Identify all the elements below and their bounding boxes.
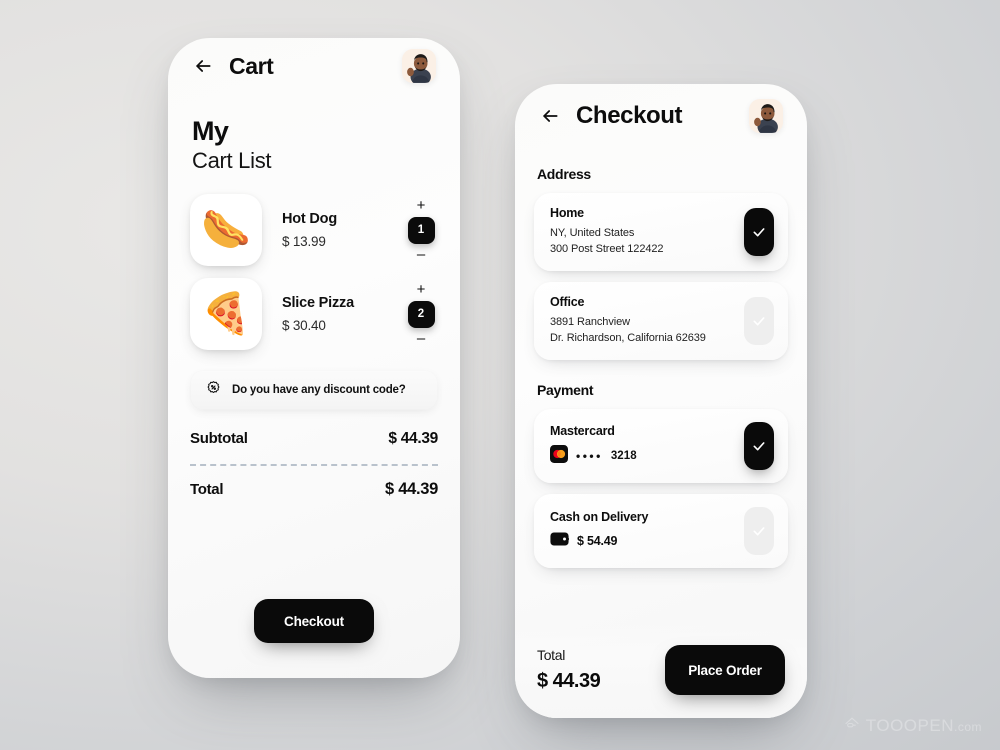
divider [190, 464, 438, 467]
increase-quantity-button[interactable]: + [404, 198, 438, 213]
item-name: Hot Dog [282, 211, 337, 228]
arrow-left-icon[interactable] [539, 105, 561, 127]
watermark-text: TOOOPEN.com [865, 716, 982, 735]
heading-line-2: Cart List [192, 147, 272, 173]
total-row: Total $ 44.39 [190, 480, 438, 499]
arrow-left-icon[interactable] [192, 55, 214, 77]
address-line-1: 3891 Ranchview [550, 315, 630, 328]
avatar[interactable] [749, 99, 783, 133]
pizza-emoji: 🍕 [190, 278, 262, 351]
heading-line-1: My [192, 116, 229, 146]
page-title: Cart [229, 52, 274, 79]
address-line-2: 300 Post Street 122422 [550, 242, 664, 255]
quantity-value: 2 [407, 300, 435, 328]
subtotal-value: $ 44.39 [388, 430, 438, 448]
payment-body: Mastercard •••• 3218 [550, 424, 732, 468]
mastercard-icon [550, 444, 568, 468]
list-item[interactable]: 🌭 Hot Dog $ 13.99 + 1 – [190, 188, 438, 272]
checkout-topbar: Checkout [515, 84, 807, 148]
checkout-phone-screen: Checkout Address Home NY, United States … [515, 84, 807, 718]
quantity-stepper: + 1 – [404, 198, 438, 262]
item-image-glyph: 🍕 [201, 292, 251, 337]
discount-badge-icon [206, 380, 221, 400]
check-icon [753, 441, 765, 451]
decrease-quantity-button[interactable]: – [404, 331, 438, 346]
total-value: $ 44.39 [537, 670, 601, 692]
address-option-office[interactable]: Office 3891 Ranchview Dr. Richardson, Ca… [534, 281, 788, 360]
address-lines: 3891 Ranchview Dr. Richardson, Californi… [550, 315, 732, 347]
subtotal-label: Subtotal [190, 430, 248, 448]
wallet-icon [550, 531, 569, 552]
payment-option-cash-on-delivery[interactable]: Cash on Delivery $ 54.49 [534, 493, 788, 568]
card-number-mask: •••• [576, 449, 603, 464]
quantity-stepper: + 2 – [404, 282, 438, 346]
payment-body: Cash on Delivery $ 54.49 [550, 510, 732, 552]
discount-label: Do you have any discount code? [232, 384, 406, 397]
card-last-four: 3218 [610, 450, 637, 463]
card-meta: •••• 3218 [550, 444, 732, 468]
payment-checkbox-selected[interactable] [744, 421, 774, 470]
address-lines: NY, United States 300 Post Street 122422 [550, 226, 732, 258]
total-label: Total [537, 647, 566, 663]
payment-title: Cash on Delivery [550, 509, 649, 524]
address-section-title: Address [537, 166, 591, 182]
checkout-button[interactable]: Checkout [254, 599, 374, 643]
page-title: Checkout [576, 102, 683, 129]
item-info: Hot Dog $ 13.99 [282, 211, 404, 249]
increase-quantity-button[interactable]: + [404, 282, 438, 297]
payment-section-title: Payment [537, 381, 594, 398]
cod-amount: $ 54.49 [577, 534, 618, 549]
discount-code-field[interactable]: Do you have any discount code? [190, 370, 438, 411]
cod-meta: $ 54.49 [550, 531, 732, 552]
address-body: Office 3891 Ranchview Dr. Richardson, Ca… [550, 295, 732, 347]
check-icon [753, 317, 765, 326]
hotdog-emoji: 🌭 [190, 194, 262, 267]
item-image-glyph: 🌭 [201, 208, 251, 253]
address-title: Office [550, 294, 585, 309]
cart-topbar: Cart [168, 38, 460, 94]
decrease-quantity-button[interactable]: – [404, 247, 438, 262]
house-cloud-icon [844, 716, 860, 736]
cart-phone-screen: Cart My Cart List 🌭 Hot Dog $ 13.99 + 1 … [168, 38, 460, 678]
payment-title: Mastercard [550, 423, 615, 438]
address-checkbox-selected[interactable] [744, 207, 774, 256]
list-item[interactable]: 🍕 Slice Pizza $ 30.40 + 2 – [190, 272, 438, 356]
subtotal-row: Subtotal $ 44.39 [190, 430, 438, 448]
avatar[interactable] [402, 49, 436, 83]
payment-checkbox-unselected[interactable] [744, 506, 774, 555]
address-option-home[interactable]: Home NY, United States 300 Post Street 1… [534, 193, 788, 271]
check-icon [753, 526, 765, 536]
item-name: Slice Pizza [282, 295, 354, 312]
cart-item-list: 🌭 Hot Dog $ 13.99 + 1 – 🍕 Slice Pizza $ … [168, 174, 460, 356]
order-total: Total $ 44.39 [537, 647, 601, 693]
item-price: $ 30.40 [282, 318, 326, 334]
address-line-2: Dr. Richardson, California 62639 [550, 331, 706, 344]
quantity-value: 1 [407, 216, 435, 244]
total-label: Total [190, 481, 224, 499]
watermark: TOOOPEN.com [844, 716, 982, 736]
place-order-button[interactable]: Place Order [665, 645, 785, 695]
check-icon [753, 228, 765, 237]
address-line-1: NY, United States [550, 227, 635, 239]
total-value: $ 44.39 [385, 480, 438, 499]
item-info: Slice Pizza $ 30.40 [282, 295, 404, 333]
cart-heading: My Cart List [168, 94, 460, 174]
payment-option-mastercard[interactable]: Mastercard •••• 3218 [534, 408, 788, 483]
checkout-bottom-bar: Total $ 44.39 Place Order [515, 622, 807, 718]
item-price: $ 13.99 [282, 234, 326, 250]
address-title: Home [550, 206, 584, 220]
address-body: Home NY, United States 300 Post Street 1… [550, 206, 732, 258]
address-checkbox-unselected[interactable] [744, 296, 774, 345]
cart-totals: Subtotal $ 44.39 Total $ 44.39 [168, 430, 460, 499]
